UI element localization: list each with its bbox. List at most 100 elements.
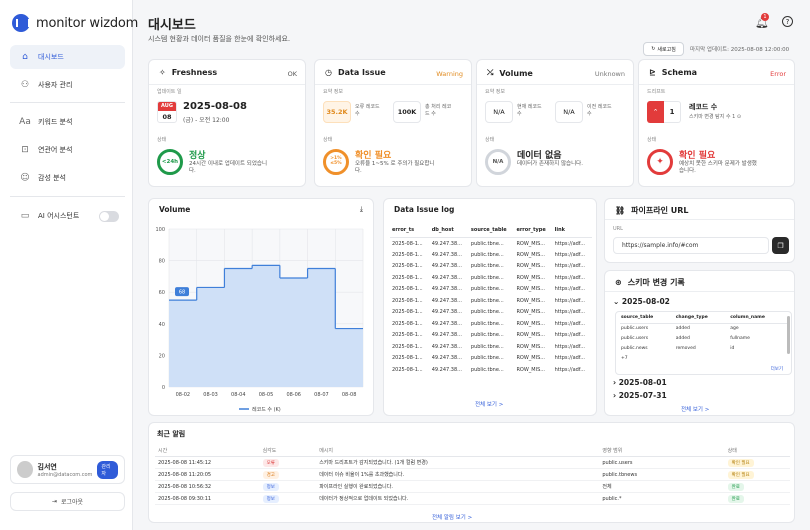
table-cell: ROW_MIS... [516, 240, 546, 247]
download-icon[interactable]: ⤓ [360, 205, 363, 214]
log-link[interactable]: https://adf... [553, 307, 592, 319]
table-cell: ROW_MIS... [516, 297, 546, 304]
schema-more-link[interactable]: 전체 보기 > [681, 405, 709, 413]
log-more-link[interactable]: 전체 보기 > [475, 400, 503, 408]
state-title: 정상 [189, 151, 206, 161]
log-link[interactable]: https://adf... [553, 353, 592, 365]
card-header: ◷ Data Issue [325, 68, 386, 77]
table-row[interactable]: 2025-08-1... 49.247.38... public.tbne... RO… [390, 272, 592, 284]
table-row[interactable]: 2025-08-08 10:56:32 정보 파이프라인 실행이 완료되었습니다. 전… [155, 480, 790, 493]
logout-button[interactable]: ⇥ 로그아웃 [10, 492, 125, 511]
table-row[interactable]: 2025-08-1... 49.247.38... public.tbne... RO… [390, 238, 592, 250]
state-label: 상태 [323, 137, 333, 143]
table-row[interactable]: 2025-08-08 09:30:11 정보 데이터가 정상적으로 업데이트 되었습… [155, 492, 790, 505]
table-cell: ROW_MIS... [516, 366, 546, 373]
sidebar-item-network[interactable]: ⊡ 연관어 분석 [10, 138, 125, 162]
assistant-toggle[interactable] [99, 210, 119, 222]
log-link[interactable]: https://adf... [553, 272, 592, 284]
alert-scope: public.tbnews [599, 468, 725, 481]
table-cell: public.news [621, 346, 648, 351]
table-row[interactable]: 2025-08-1... 49.247.38... public.tbne... RO… [390, 364, 592, 376]
detail-link[interactable]: 더보기 [771, 366, 783, 372]
log-link[interactable]: https://adf... [553, 261, 592, 273]
status-cell: 확인 필요 [724, 456, 790, 469]
schema-group-toggle[interactable]: ⌄ 2025-08-02 [613, 297, 670, 306]
table-row[interactable]: 2025-08-1... 49.247.38... public.tbne... RO… [390, 261, 592, 273]
freshness-card: ✧ Freshness OK 업데이트 일 AUG 08 2025-08-08 … [148, 59, 306, 187]
sidebar-item-users[interactable]: ⚇ 사용자 관리 [10, 73, 125, 97]
volume-status-card: ⤯ Volume Unknown 요약 정보 N/A 현재 레코드 수 N/A … [476, 59, 634, 187]
copy-button[interactable]: ❐ [772, 237, 789, 254]
card-title: 스키마 변경 기록 [627, 278, 685, 287]
table-row: public.users added age [620, 324, 788, 334]
logo[interactable]: monitor wizdom [12, 14, 138, 32]
schema-group-toggle[interactable]: › 2025-08-01 [613, 378, 667, 387]
alerts-more-link[interactable]: 전체 알림 보기 > [432, 513, 472, 521]
log-link[interactable]: https://adf... [553, 249, 592, 261]
severity-badge: 정보 [262, 494, 279, 503]
log-link[interactable]: https://adf... [553, 341, 592, 353]
sidebar-item-dashboard[interactable]: ⌂ 대시보드 [10, 45, 125, 69]
sidebar-item-keyword[interactable]: Aa 키워드 분석 [10, 110, 125, 134]
log-link[interactable]: https://adf... [553, 318, 592, 330]
sidebar-item-sentiment[interactable]: ☺ 감성 분석 [10, 166, 125, 190]
alert-message: 파이프라인 실행이 완료되었습니다. [316, 480, 600, 493]
table-row[interactable]: 2025-08-1... 49.247.38... public.tbne... RO… [390, 341, 592, 353]
log-link[interactable]: https://adf... [553, 364, 592, 376]
table-cell: ROW_MIS... [516, 286, 546, 293]
user-email: admin@datacom.com [37, 471, 93, 478]
table-cell: ROW_MIS... [516, 355, 546, 362]
log-link[interactable]: https://adf... [553, 284, 592, 296]
table-row[interactable]: 2025-08-1... 49.247.38... public.tbne... RO… [390, 330, 592, 342]
keyword-icon: Aa [19, 117, 31, 127]
summary-label: 요약 정보 [323, 89, 343, 95]
schema-change-table: source_table change_type column_name publi… [620, 312, 788, 364]
table-row[interactable]: 2025-08-1... 49.247.38... public.tbne... RO… [390, 284, 592, 296]
table-row[interactable]: 2025-08-1... 49.247.38... public.tbne... RO… [390, 353, 592, 365]
sidebar-item-label: 사용자 관리 [38, 81, 73, 89]
state-description: 예상치 못한 스키마 문제가 발생했습니다. [679, 161, 757, 175]
status-badge: 확인 필요 [727, 458, 754, 467]
volume-chart: 100 80 60 40 20 0 08-02 08-03 08-04 08-05 08-06 08-… [155, 227, 364, 413]
table-cell: public.users [621, 336, 649, 341]
table-cell: removed [675, 346, 696, 351]
total-label: 총 처리 레코드 수 [425, 104, 452, 117]
log-link[interactable]: https://adf... [553, 238, 592, 250]
url-field[interactable]: https://sample.info/#com [613, 237, 769, 254]
schema-group-toggle[interactable]: › 2025-07-31 [613, 391, 667, 400]
table-cell: 2025-08-1... [392, 240, 423, 247]
y-tick-label: 60 [159, 290, 165, 296]
schema-group-date: 2025-08-02 [621, 297, 670, 306]
state-label: 상태 [485, 137, 495, 143]
table-row[interactable]: 2025-08-08 11:20:05 경고 데이터 이슈 비율이 1%를 초과했습… [155, 468, 790, 481]
state-title: 확인 필요 [679, 151, 716, 161]
table-cell: 49.247.38... [431, 309, 462, 316]
table-row[interactable]: 2025-08-1... 49.247.38... public.tbne... RO… [390, 249, 592, 261]
alert-time: 2025-08-08 11:45:12 [155, 456, 260, 469]
card-header: ⊵ Schema [649, 68, 697, 77]
log-link[interactable]: https://adf... [553, 295, 592, 307]
alerts-title: 최근 알림 [157, 430, 186, 438]
state-description: 오류율 1~5% 로 주의가 필요합니다. [355, 161, 435, 175]
table-cell: public.tbne... [470, 274, 504, 281]
prev-label: 이전 레코드 수 [587, 104, 612, 117]
card-title: Data Issue [337, 68, 386, 77]
summary-label: 요약 정보 [485, 89, 505, 95]
table-row[interactable]: 2025-08-08 11:45:12 오류 스키마 드리프트가 감지되었습니다. … [155, 456, 790, 469]
refresh-button[interactable]: ↻ 새로고침 [643, 42, 684, 56]
scrollbar[interactable] [787, 316, 790, 354]
sidebar-item-label: 감성 분석 [38, 174, 66, 182]
column-header: error_type [514, 223, 553, 238]
table-cell: public.tbne... [470, 355, 504, 362]
user-name: 김서연 [37, 462, 57, 471]
help-icon[interactable]: ? [782, 16, 793, 27]
table-cell: public.tbne... [470, 297, 504, 304]
table-row[interactable]: 2025-08-1... 49.247.38... public.tbne... RO… [390, 318, 592, 330]
total-count: 100K [393, 101, 421, 123]
table-row[interactable]: 2025-08-1... 49.247.38... public.tbne... RO… [390, 295, 592, 307]
log-link[interactable]: https://adf... [553, 330, 592, 342]
sidebar-item-assistant: ▭ AI 어시스턴트 [10, 204, 125, 228]
home-icon: ⌂ [22, 52, 28, 62]
assistant-label: AI 어시스턴트 [38, 212, 80, 220]
table-row[interactable]: 2025-08-1... 49.247.38... public.tbne... RO… [390, 307, 592, 319]
